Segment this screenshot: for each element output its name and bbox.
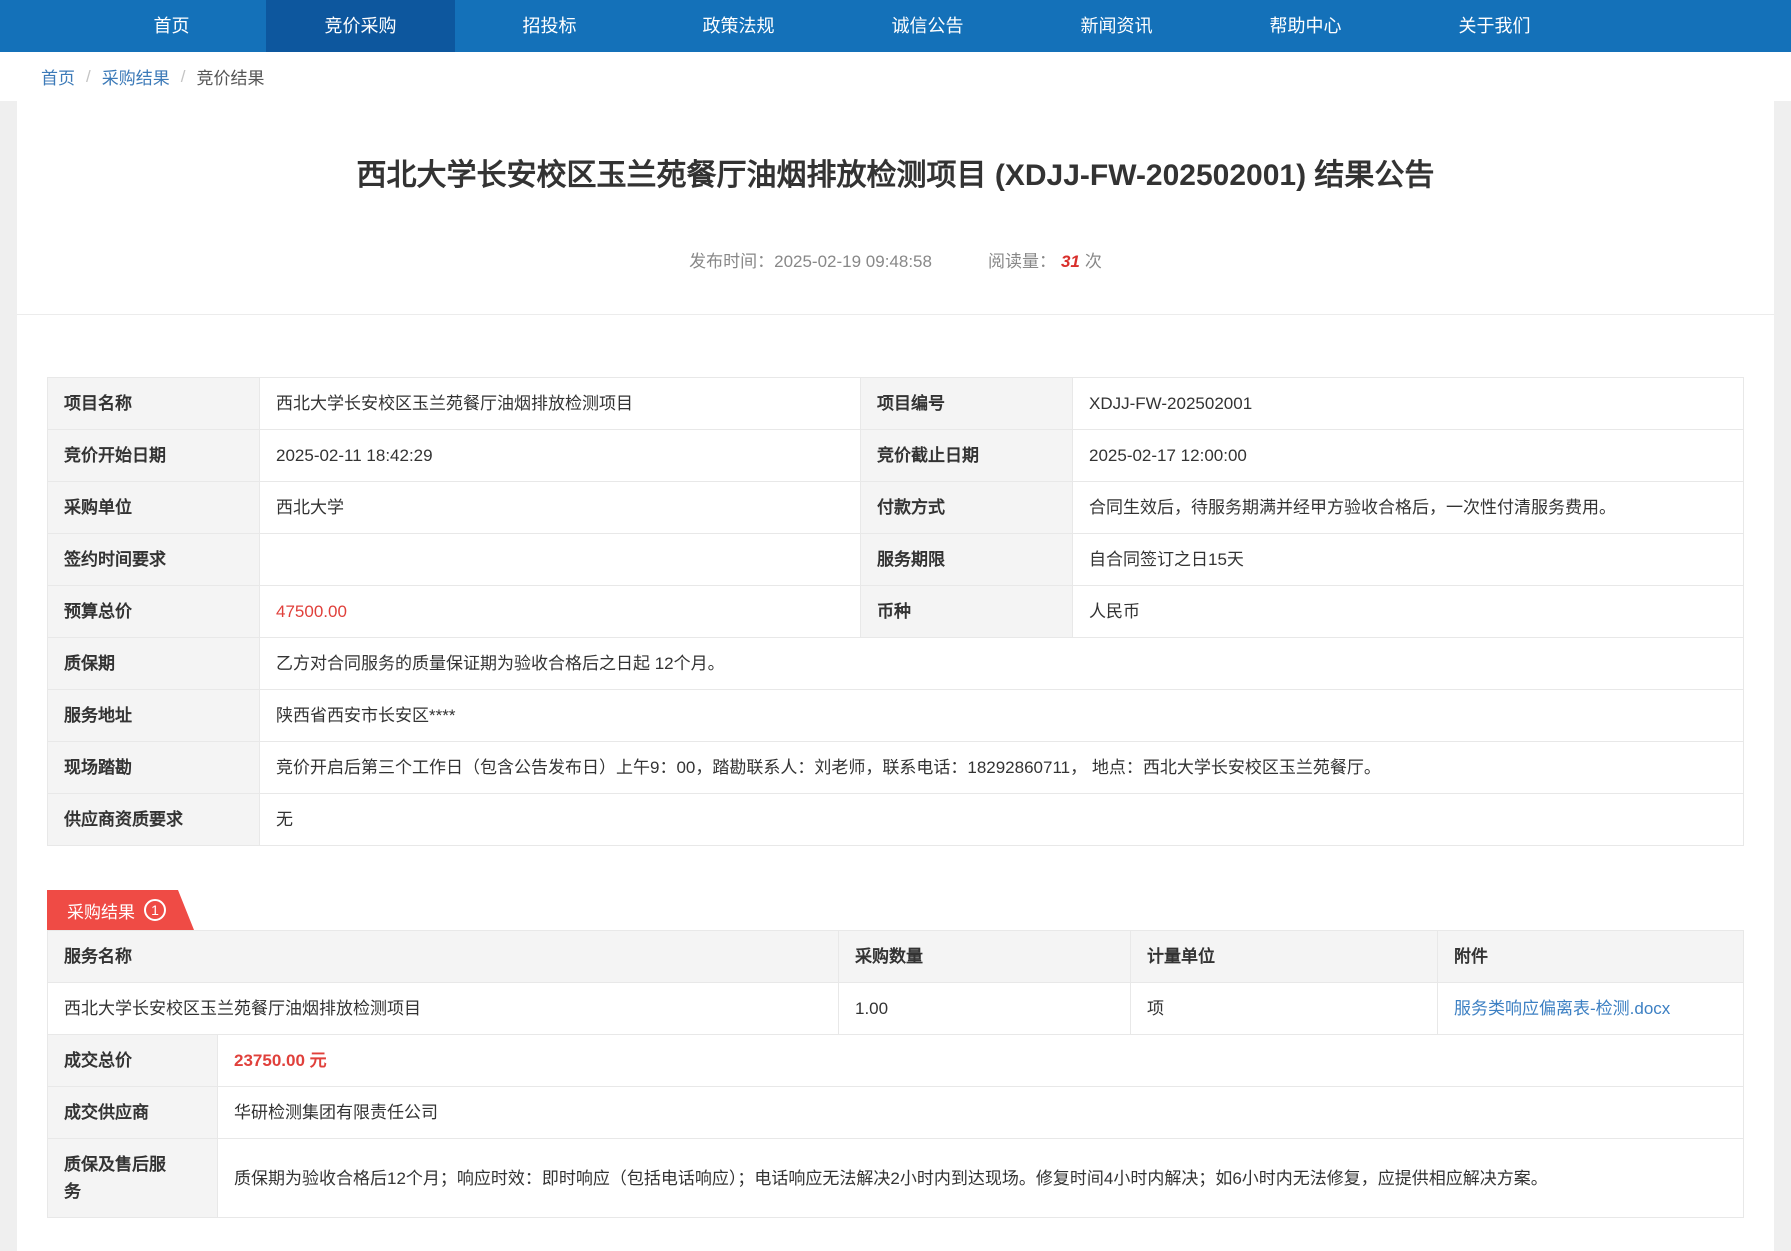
publish-info: 发布时间：2025-02-19 09:48:58 阅读量： 31 次 — [17, 247, 1774, 272]
project-details-table: 项目名称 西北大学长安校区玉兰苑餐厅油烟排放检测项目 项目编号 XDJJ-FW-… — [47, 377, 1744, 846]
table-row: 服务地址 陕西省西安市长安区**** — [48, 690, 1744, 742]
table-row: 现场踏勘 竞价开启后第三个工作日（包含公告发布日）上午9：00，踏勘联系人：刘老… — [48, 742, 1744, 794]
breadcrumb: 首页 / 采购结果 / 竞价结果 — [0, 52, 1791, 101]
label-site-survey: 现场踏勘 — [48, 742, 260, 794]
table-row: 竞价开始日期 2025-02-11 18:42:29 竞价截止日期 2025-0… — [48, 430, 1744, 482]
publish-time-value: 2025-02-19 09:48:58 — [774, 252, 932, 271]
value-purchaser: 西北大学 — [260, 482, 861, 534]
ribbon-label: 采购结果 — [67, 898, 135, 923]
table-header-row: 服务名称 采购数量 计量单位 附件 — [48, 931, 1744, 983]
page-background: 西北大学长安校区玉兰苑餐厅油烟排放检测项目 (XDJJ-FW-202502001… — [0, 101, 1791, 1251]
table-row: 成交总价 23750.00 元 — [48, 1035, 1744, 1087]
value-warranty-period: 乙方对合同服务的质量保证期为验收合格后之日起 12个月。 — [260, 638, 1744, 690]
nav-item-integrity[interactable]: 诚信公告 — [833, 0, 1022, 52]
value-payment-method: 合同生效后，待服务期满并经甲方验收合格后，一次性付清服务费用。 — [1073, 482, 1744, 534]
nav-item-help[interactable]: 帮助中心 — [1211, 0, 1400, 52]
table-row: 成交供应商 华研检测集团有限责任公司 — [48, 1087, 1744, 1139]
value-signing-time — [260, 534, 861, 586]
value-site-survey: 竞价开启后第三个工作日（包含公告发布日）上午9：00，踏勘联系人：刘老师，联系电… — [260, 742, 1744, 794]
value-bid-start-date: 2025-02-11 18:42:29 — [260, 430, 861, 482]
breadcrumb-separator: / — [181, 67, 186, 87]
label-service-period: 服务期限 — [861, 534, 1073, 586]
label-warranty-period: 质保期 — [48, 638, 260, 690]
value-service-address: 陕西省西安市长安区**** — [260, 690, 1744, 742]
label-payment-method: 付款方式 — [861, 482, 1073, 534]
page-title: 西北大学长安校区玉兰苑餐厅油烟排放检测项目 (XDJJ-FW-202502001… — [17, 157, 1774, 195]
nav-item-news[interactable]: 新闻资讯 — [1022, 0, 1211, 52]
table-row: 预算总价 47500.00 币种 人民币 — [48, 586, 1744, 638]
label-bid-end-date: 竞价截止日期 — [861, 430, 1073, 482]
label-signing-time: 签约时间要求 — [48, 534, 260, 586]
header-quantity: 采购数量 — [839, 931, 1131, 983]
nav-item-home[interactable]: 首页 — [77, 0, 266, 52]
label-purchaser: 采购单位 — [48, 482, 260, 534]
views-unit: 次 — [1085, 252, 1102, 271]
views-label: 阅读量： — [988, 252, 1056, 271]
value-supplier-qualification: 无 — [260, 794, 1744, 846]
nav-item-policy[interactable]: 政策法规 — [644, 0, 833, 52]
announcement-card: 西北大学长安校区玉兰苑餐厅油烟排放检测项目 (XDJJ-FW-202502001… — [17, 101, 1774, 1251]
label-project-name: 项目名称 — [48, 378, 260, 430]
views-count: 31 — [1061, 252, 1080, 271]
value-bid-end-date: 2025-02-17 12:00:00 — [1073, 430, 1744, 482]
publish-time-label: 发布时间： — [689, 252, 774, 271]
value-deal-supplier: 华研检测集团有限责任公司 — [218, 1087, 1744, 1139]
value-deal-price: 23750.00 元 — [218, 1035, 1744, 1087]
label-currency: 币种 — [861, 586, 1073, 638]
value-project-name: 西北大学长安校区玉兰苑餐厅油烟排放检测项目 — [260, 378, 861, 430]
breadcrumb-current: 竞价结果 — [196, 64, 264, 89]
breadcrumb-separator: / — [86, 67, 91, 87]
header-unit: 计量单位 — [1131, 931, 1438, 983]
attachment-link[interactable]: 服务类响应偏离表-检测.docx — [1454, 999, 1670, 1018]
purchase-result-table: 服务名称 采购数量 计量单位 附件 西北大学长安校区玉兰苑餐厅油烟排放检测项目 … — [47, 930, 1744, 1035]
header-attachment: 附件 — [1438, 931, 1744, 983]
label-budget-total: 预算总价 — [48, 586, 260, 638]
value-service-period: 自合同签订之日15天 — [1073, 534, 1744, 586]
table-row: 西北大学长安校区玉兰苑餐厅油烟排放检测项目 1.00 项 服务类响应偏离表-检测… — [48, 983, 1744, 1035]
label-deal-supplier: 成交供应商 — [48, 1087, 218, 1139]
table-row: 签约时间要求 服务期限 自合同签订之日15天 — [48, 534, 1744, 586]
value-unit: 项 — [1131, 983, 1438, 1035]
table-row: 质保及售后服务 质保期为验收合格后12个月；响应时效：即时响应（包括电话响应）；… — [48, 1139, 1744, 1218]
label-service-address: 服务地址 — [48, 690, 260, 742]
top-nav: 首页 竞价采购 招投标 政策法规 诚信公告 新闻资讯 帮助中心 关于我们 — [0, 0, 1791, 52]
table-row: 项目名称 西北大学长安校区玉兰苑餐厅油烟排放检测项目 项目编号 XDJJ-FW-… — [48, 378, 1744, 430]
result-ribbon-row: 采购结果 1 — [47, 890, 1774, 930]
nav-item-bidding-purchase[interactable]: 竞价采购 — [266, 0, 455, 52]
label-deal-price: 成交总价 — [48, 1035, 218, 1087]
value-service-name: 西北大学长安校区玉兰苑餐厅油烟排放检测项目 — [48, 983, 839, 1035]
ribbon-count-badge: 1 — [144, 899, 166, 921]
nav-item-about[interactable]: 关于我们 — [1400, 0, 1589, 52]
value-budget-total: 47500.00 — [260, 586, 861, 638]
table-row: 供应商资质要求 无 — [48, 794, 1744, 846]
value-warranty-service: 质保期为验收合格后12个月；响应时效：即时响应（包括电话响应）；电话响应无法解决… — [218, 1139, 1744, 1218]
label-bid-start-date: 竞价开始日期 — [48, 430, 260, 482]
table-row: 质保期 乙方对合同服务的质量保证期为验收合格后之日起 12个月。 — [48, 638, 1744, 690]
header-service-name: 服务名称 — [48, 931, 839, 983]
article-header: 西北大学长安校区玉兰苑餐厅油烟排放检测项目 (XDJJ-FW-202502001… — [17, 101, 1774, 315]
purchase-result-ribbon: 采购结果 1 — [47, 890, 194, 930]
nav-item-tender[interactable]: 招投标 — [455, 0, 644, 52]
breadcrumb-home[interactable]: 首页 — [41, 64, 75, 89]
deal-summary-table: 成交总价 23750.00 元 成交供应商 华研检测集团有限责任公司 质保及售后… — [47, 1034, 1744, 1218]
label-project-number: 项目编号 — [861, 378, 1073, 430]
value-project-number: XDJJ-FW-202502001 — [1073, 378, 1744, 430]
table-row: 采购单位 西北大学 付款方式 合同生效后，待服务期满并经甲方验收合格后，一次性付… — [48, 482, 1744, 534]
label-supplier-qualification: 供应商资质要求 — [48, 794, 260, 846]
label-warranty-service: 质保及售后服务 — [48, 1139, 218, 1218]
value-currency: 人民币 — [1073, 586, 1744, 638]
deal-price-unit: 元 — [310, 1051, 327, 1070]
value-quantity: 1.00 — [839, 983, 1131, 1035]
deal-price-amount: 23750.00 — [234, 1051, 305, 1070]
breadcrumb-purchase-results[interactable]: 采购结果 — [102, 64, 170, 89]
